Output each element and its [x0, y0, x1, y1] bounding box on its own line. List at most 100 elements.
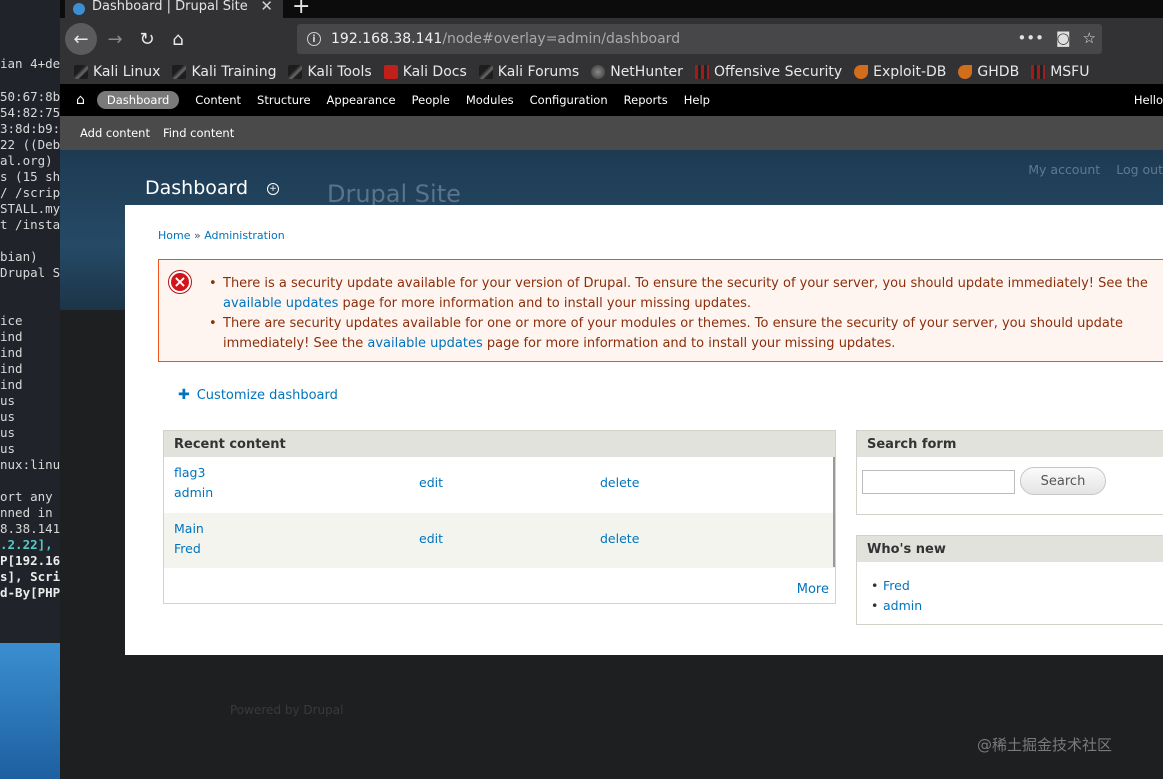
delete-link[interactable]: delete	[600, 475, 639, 490]
terminal-line: ort any	[0, 489, 53, 504]
tab-dashboard[interactable]: Dashboard | Drupal Site ✕	[65, 0, 283, 18]
bookmark-star-icon[interactable]: ☆	[1083, 29, 1096, 47]
kali-icon	[478, 65, 493, 79]
delete-link[interactable]: delete	[600, 531, 639, 546]
bookmark-nethunter[interactable]: NetHunter	[591, 64, 683, 80]
user-link[interactable]: Fred	[871, 576, 922, 596]
bookmark-kali-forums[interactable]: Kali Forums	[478, 64, 580, 80]
terminal-line: s (15 sh	[0, 169, 60, 184]
url-host: 192.168.38.141	[331, 31, 443, 47]
bookmark-kali-linux[interactable]: Kali Linux	[74, 64, 160, 80]
whos-new-block: Who's new Fredadmin	[856, 535, 1163, 625]
forward-button[interactable]: →	[100, 24, 130, 54]
site-name[interactable]: Drupal Site	[327, 180, 461, 208]
shortcut-find-content[interactable]: Find content	[163, 126, 234, 140]
terminal-line: P[192.16	[0, 553, 60, 568]
bookmark-label: Kali Training	[191, 64, 277, 80]
customize-dashboard-link[interactable]: ✚ Customize dashboard	[178, 387, 338, 403]
bookmark-label: Kali Linux	[93, 64, 161, 80]
bookmark-msfu[interactable]: MSFU	[1031, 64, 1089, 80]
toolbar-hello[interactable]: Hello	[1134, 93, 1163, 107]
shortcuts-bar: Add content Find content	[60, 116, 1163, 150]
edit-link[interactable]: edit	[419, 531, 443, 546]
url-bar[interactable]: i 192.168.38.141 /node#overlay=admin/das…	[297, 24, 1102, 54]
kali-icon	[288, 65, 303, 79]
url-path: /node#overlay=admin/dashboard	[442, 31, 681, 47]
content-author-link[interactable]: Fred	[174, 541, 201, 556]
back-button[interactable]: ←	[65, 23, 97, 55]
bookmark-exploit-db[interactable]: Exploit-DB	[854, 64, 946, 80]
available-updates-link[interactable]: available updates	[223, 296, 338, 311]
toolbar-help[interactable]: Help	[684, 93, 710, 107]
toolbar-content[interactable]: Content	[195, 93, 241, 107]
breadcrumb-administration[interactable]: Administration	[204, 229, 285, 242]
terminal-line: 22 ((Deb	[0, 137, 60, 152]
tab-bar: Dashboard | Drupal Site ✕ +	[60, 0, 1163, 19]
error-message: There are security updates available for…	[209, 314, 1157, 354]
log-out-link[interactable]: Log out	[1116, 162, 1163, 177]
bookmark-label: Kali Forums	[497, 64, 580, 80]
terminal-line: al.org)	[0, 153, 53, 168]
toolbar-appearance[interactable]: Appearance	[327, 93, 396, 107]
available-updates-link[interactable]: available updates	[367, 336, 482, 351]
toolbar-dashboard[interactable]: Dashboard	[96, 91, 180, 109]
bookmark-label: GHDB	[977, 64, 1020, 80]
toolbar-home-icon[interactable]: ⌂	[76, 92, 85, 108]
toolbar-structure[interactable]: Structure	[257, 93, 311, 107]
toolbar-configuration[interactable]: Configuration	[530, 93, 608, 107]
edb-icon	[958, 65, 973, 79]
site-user-links: My account Log out	[1028, 162, 1163, 177]
scrollbar[interactable]	[833, 457, 835, 567]
overlay-content: Home » Administration × There is a secur…	[125, 205, 1163, 655]
bookmark-kali-training[interactable]: Kali Training	[172, 64, 276, 80]
table-row: flag3 admin edit delete	[164, 457, 835, 512]
content-title-link[interactable]: Main	[174, 521, 204, 536]
add-shortcut-icon[interactable]: +	[267, 183, 279, 195]
bookmark-label: NetHunter	[610, 64, 683, 80]
page-actions-icon[interactable]: •••	[1017, 29, 1044, 47]
more-link[interactable]: More	[797, 582, 829, 597]
customize-dashboard-label: Customize dashboard	[196, 387, 338, 403]
content-author-link[interactable]: admin	[174, 485, 213, 500]
site-info-icon[interactable]: i	[307, 32, 321, 46]
close-tab-icon[interactable]: ✕	[260, 0, 273, 15]
pocket-icon[interactable]: ◙	[1056, 29, 1071, 47]
terminal-line: us	[0, 441, 16, 456]
terminal-line: s], Scri	[0, 569, 60, 584]
bookmark-offensive-security[interactable]: Offensive Security	[694, 64, 842, 80]
terminal-line: bian)	[0, 249, 38, 264]
my-account-link[interactable]: My account	[1028, 162, 1100, 177]
whos-new-title: Who's new	[857, 536, 1163, 562]
tab-title: Dashboard | Drupal Site	[92, 0, 248, 14]
home-button[interactable]: ⌂	[163, 24, 193, 54]
reload-button[interactable]: ↻	[132, 24, 162, 54]
new-tab-button[interactable]: +	[292, 0, 310, 19]
message-text: page for more information and to install…	[338, 296, 752, 311]
bookmark-label: Exploit-DB	[873, 64, 947, 80]
nh-icon	[591, 65, 606, 79]
toolbar-modules[interactable]: Modules	[466, 93, 514, 107]
terminal-line: t /insta	[0, 217, 60, 232]
toolbar-people[interactable]: People	[412, 93, 450, 107]
bookmark-kali-tools[interactable]: Kali Tools	[288, 64, 372, 80]
search-button[interactable]: Search	[1020, 467, 1106, 495]
breadcrumb-home[interactable]: Home	[158, 229, 190, 242]
terminal-line: 54:82:75	[0, 105, 60, 120]
toolbar-reports[interactable]: Reports	[624, 93, 668, 107]
terminal-line: us	[0, 393, 16, 408]
watermark: @稀土掘金技术社区	[977, 736, 1113, 754]
content-title-link[interactable]: flag3	[174, 465, 205, 480]
shortcut-add-content[interactable]: Add content	[80, 126, 150, 140]
nav-bar: ← → ↻ ⌂ i 192.168.38.141 /node#overlay=a…	[60, 18, 1163, 60]
terminal-line: us	[0, 425, 16, 440]
message-text: There is a security update available for…	[223, 276, 1148, 291]
drupal-admin-toolbar: ⌂ Dashboard Content Structure Appearance Peo…	[60, 84, 1163, 116]
search-input[interactable]	[862, 470, 1015, 494]
recent-content-block: Recent content flag3 admin edit delete Main F…	[163, 430, 836, 604]
bookmarks-toolbar: Kali Linux Kali Training Kali Tools Kali Do…	[60, 60, 1163, 84]
bookmark-ghdb[interactable]: GHDB	[958, 64, 1019, 80]
terminal-line: STALL.my	[0, 201, 60, 216]
bookmark-kali-docs[interactable]: Kali Docs	[383, 64, 467, 80]
user-link[interactable]: admin	[871, 596, 922, 616]
edit-link[interactable]: edit	[419, 475, 443, 490]
